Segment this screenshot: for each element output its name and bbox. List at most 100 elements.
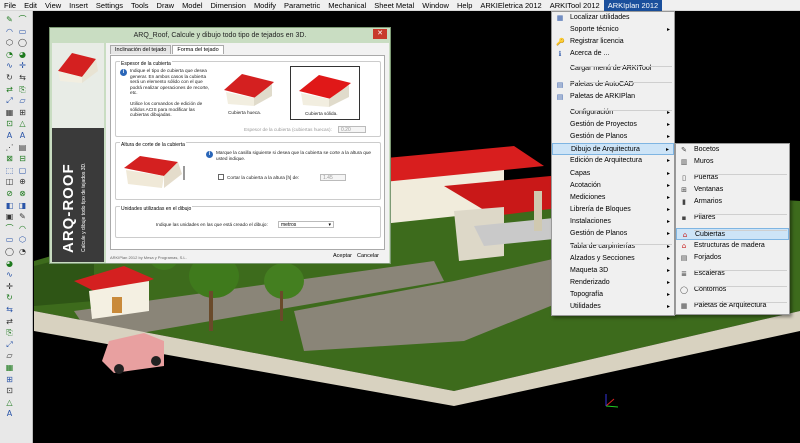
- toolbar-tool-icon[interactable]: ⊕: [17, 176, 28, 187]
- toolbar-tool-icon[interactable]: ◔: [4, 49, 15, 60]
- toolbar-tool-icon[interactable]: △: [17, 118, 28, 129]
- toolbar-tool-icon[interactable]: ◠: [17, 223, 28, 234]
- toolbar-tool-icon[interactable]: ⬡: [4, 37, 15, 48]
- thickness-field[interactable]: 0.20: [338, 126, 366, 133]
- toolbar-tool-icon[interactable]: ⊠: [4, 153, 15, 164]
- menu-item-registrar-licencia[interactable]: 🔑 Registrar licencia: [552, 36, 674, 48]
- menu-item-gestion-de-planos[interactable]: Gestión de Planos ▸: [552, 228, 674, 240]
- menu-item-utilidades[interactable]: Utilidades ▸: [552, 301, 674, 313]
- toolbar-tool-icon[interactable]: ▤: [17, 142, 28, 153]
- menu-mechanical[interactable]: Mechanical: [324, 0, 370, 11]
- menu-item-paletas-de-autocad[interactable]: ▤ Paletas de AutoCAD: [552, 79, 674, 91]
- toolbar-tool-icon[interactable]: ⊞: [4, 374, 15, 385]
- menu-item-maqueta-3d[interactable]: Maqueta 3D ▸: [552, 265, 674, 277]
- tab-inclinacion[interactable]: Inclinación del tejado: [110, 45, 172, 54]
- toolbar-tool-icon[interactable]: ▦: [4, 362, 15, 373]
- menu-item-configuracion[interactable]: Configuración ▸: [552, 107, 674, 119]
- menu-file[interactable]: File: [0, 0, 20, 11]
- submenu-item-armarios[interactable]: ▮ Armarios: [676, 196, 789, 208]
- menu-item-dibujo-de-arquitectura[interactable]: Dibujo de Arquitectura ▸: [552, 143, 674, 155]
- toolbar-tool-icon[interactable]: ▭: [4, 234, 15, 245]
- toolbar-tool-icon[interactable]: ▦: [4, 107, 15, 118]
- toolbar-tool-icon[interactable]: ⬡: [17, 234, 28, 245]
- toolbar-tool-icon[interactable]: ◕: [17, 49, 28, 60]
- toolbar-tool-icon[interactable]: ∿: [4, 60, 15, 71]
- hollow-roof-image[interactable]: [218, 68, 280, 108]
- toolbar-tool-icon[interactable]: ◯: [17, 37, 28, 48]
- submenu-item-ventanas[interactable]: ⊞ Ventanas: [676, 184, 789, 196]
- dialog-close-button[interactable]: ✕: [373, 29, 387, 39]
- cut-roof-label[interactable]: Cortar la cubierta a la altura [h] de:: [227, 175, 299, 181]
- toolbar-tool-icon[interactable]: A: [4, 408, 15, 419]
- toolbar-tool-icon[interactable]: ⬚: [4, 165, 15, 176]
- option-hueca-label[interactable]: Cubierta hueca.: [228, 110, 261, 116]
- toolbar-tool-icon[interactable]: ◧: [4, 200, 15, 211]
- toolbar-tool-icon[interactable]: ▭: [17, 26, 28, 37]
- submenu-item-estructuras-de-madera[interactable]: ⌂ Estructuras de madera: [676, 240, 789, 252]
- toolbar-tool-icon[interactable]: ↻: [4, 72, 15, 83]
- toolbar-tool-icon[interactable]: ⊘: [4, 188, 15, 199]
- menu-item-localizar-utilidades[interactable]: ▦ Localizar utilidades: [552, 12, 674, 24]
- menu-arkitool-2012[interactable]: ARKITool 2012: [546, 0, 604, 11]
- menu-item-gestion-de-planos[interactable]: Gestión de Planos ▸: [552, 131, 674, 143]
- menu-insert[interactable]: Insert: [65, 0, 92, 11]
- toolbar-tool-icon[interactable]: ⎘: [4, 327, 15, 338]
- submenu-item-forjados[interactable]: ▤ Forjados: [676, 252, 789, 264]
- toolbar-tool-icon[interactable]: ⋰: [4, 142, 15, 153]
- toolbar-tool-icon[interactable]: ▱: [17, 95, 28, 106]
- toolbar-tool-icon[interactable]: ▣: [4, 211, 15, 222]
- toolbar-tool-icon[interactable]: ◨: [17, 200, 28, 211]
- menu-item-alzados-y-secciones[interactable]: Alzados y Secciones ▸: [552, 253, 674, 265]
- cancel-button[interactable]: Cancelar: [357, 253, 379, 259]
- menu-item-soporte-tecnico[interactable]: Soporte técnico ▸: [552, 24, 674, 36]
- menu-item-paletas-de-arkiplan[interactable]: ▤ Paletas de ARKIPlan: [552, 91, 674, 103]
- toolbar-tool-icon[interactable]: ◔: [17, 246, 28, 257]
- menu-item-gestion-de-proyectos[interactable]: Gestión de Proyectos ▸: [552, 119, 674, 131]
- menu-item-capas[interactable]: Capas ▸: [552, 168, 674, 180]
- toolbar-tool-icon[interactable]: A: [17, 130, 28, 141]
- menu-view[interactable]: View: [41, 0, 65, 11]
- toolbar-tool-icon[interactable]: ⎘: [17, 84, 28, 95]
- toolbar-tool-icon[interactable]: ⇆: [4, 304, 15, 315]
- menu-item-libreria-de-bloques[interactable]: Librería de Bloques ▸: [552, 204, 674, 216]
- toolbar-tool-icon[interactable]: ∿: [4, 269, 15, 280]
- toolbar-tool-icon[interactable]: ⤢: [4, 95, 15, 106]
- accept-button[interactable]: Aceptar: [333, 253, 352, 259]
- menu-window[interactable]: Window: [418, 0, 453, 11]
- menu-item-mediciones[interactable]: Mediciones ▸: [552, 192, 674, 204]
- toolbar-tool-icon[interactable]: A: [4, 130, 15, 141]
- toolbar-tool-icon[interactable]: ✛: [4, 281, 15, 292]
- menu-edit[interactable]: Edit: [20, 0, 41, 11]
- toolbar-tool-icon[interactable]: ✛: [17, 60, 28, 71]
- cut-roof-checkbox[interactable]: [218, 174, 224, 180]
- menu-item-cargar-menu-de-arkitool[interactable]: Cargar menú de ARKITool: [552, 63, 674, 75]
- menu-item-edicion-de-arquitectura[interactable]: Edición de Arquitectura ▸: [552, 155, 674, 167]
- menu-model[interactable]: Model: [178, 0, 206, 11]
- toolbar-tool-icon[interactable]: ◠: [4, 26, 15, 37]
- toolbar-tool-icon[interactable]: ⊡: [4, 118, 15, 129]
- menu-item-renderizado[interactable]: Renderizado ▸: [552, 277, 674, 289]
- toolbar-tool-icon[interactable]: ⇄: [4, 84, 15, 95]
- submenu-item-muros[interactable]: ▥ Muros: [676, 156, 789, 168]
- menu-item-acerca-de[interactable]: ℹ Acerca de ...: [552, 48, 674, 60]
- toolbar-tool-icon[interactable]: ◫: [4, 176, 15, 187]
- toolbar-tool-icon[interactable]: ⊗: [17, 188, 28, 199]
- menu-settings[interactable]: Settings: [92, 0, 127, 11]
- menu-item-instalaciones[interactable]: Instalaciones ▸: [552, 216, 674, 228]
- toolbar-tool-icon[interactable]: △: [4, 397, 15, 408]
- toolbar-tool-icon[interactable]: ✎: [17, 211, 28, 222]
- toolbar-tool-icon[interactable]: ▱: [4, 350, 15, 361]
- toolbar-tool-icon[interactable]: ◯: [4, 246, 15, 257]
- menu-tools[interactable]: Tools: [127, 0, 153, 11]
- toolbar-tool-icon[interactable]: ↻: [4, 292, 15, 303]
- toolbar-tool-icon[interactable]: ⤢: [4, 339, 15, 350]
- tab-forma[interactable]: Forma del tejado: [172, 45, 224, 54]
- menu-draw[interactable]: Draw: [153, 0, 179, 11]
- toolbar-tool-icon[interactable]: ⇆: [17, 72, 28, 83]
- toolbar-tool-icon[interactable]: ⌒: [17, 14, 28, 25]
- toolbar-tool-icon[interactable]: ⇄: [4, 316, 15, 327]
- menu-parametric[interactable]: Parametric: [280, 0, 324, 11]
- submenu-item-bocetos[interactable]: ✎ Bocetos: [676, 144, 789, 156]
- toolbar-tool-icon[interactable]: ▢: [17, 165, 28, 176]
- height-field[interactable]: 1.45: [320, 174, 346, 181]
